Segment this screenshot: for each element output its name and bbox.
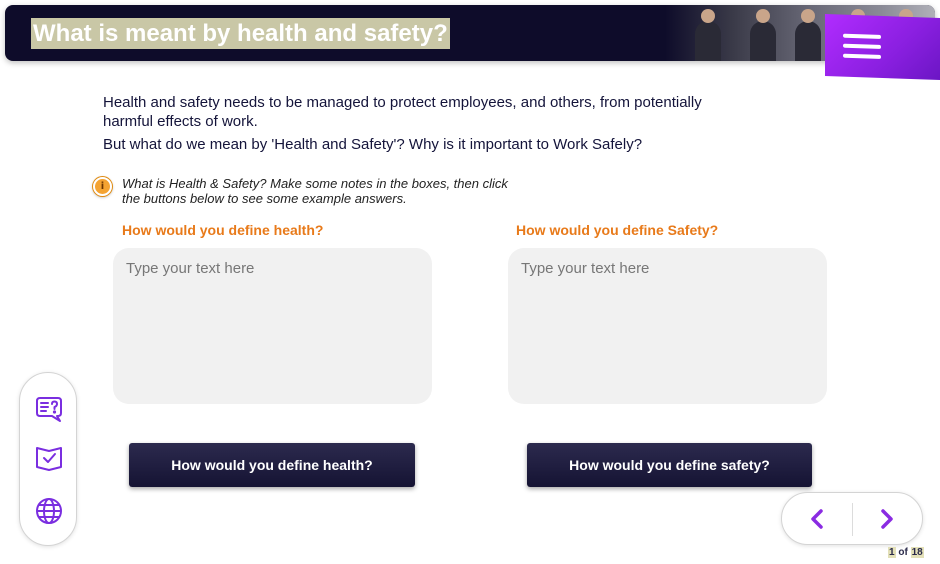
info-icon: i — [93, 177, 112, 196]
intro-text: Health and safety needs to be managed to… — [103, 93, 743, 158]
instruction-text: What is Health & Safety? Make some notes… — [122, 176, 508, 206]
header-banner: What is meant by health and safety? — [5, 5, 935, 61]
health-answer-button[interactable]: How would you define health? — [129, 443, 415, 487]
page-title: What is meant by health and safety? — [31, 18, 450, 49]
intro-line-1: Health and safety needs to be managed to… — [103, 94, 702, 130]
menu-button[interactable] — [825, 13, 940, 81]
health-question-label: How would you define health? — [122, 222, 324, 238]
safety-question-label: How would you define Safety? — [516, 222, 719, 238]
health-notes-input[interactable] — [113, 248, 432, 404]
previous-button[interactable] — [798, 501, 836, 537]
chevron-right-icon — [881, 509, 893, 529]
chevron-left-icon — [811, 509, 823, 529]
safety-answer-button[interactable]: How would you define safety? — [527, 443, 812, 487]
hamburger-menu-icon — [843, 28, 881, 65]
page-separator: of — [898, 547, 908, 558]
globe-icon[interactable] — [32, 494, 66, 528]
checked-book-icon[interactable] — [32, 441, 66, 475]
side-toolbar — [19, 372, 77, 546]
page-indicator: 1 of 18 — [888, 547, 924, 558]
total-pages: 18 — [910, 547, 924, 558]
speech-question-icon[interactable] — [32, 392, 66, 426]
nav-divider — [852, 503, 853, 536]
intro-line-2: But what do we mean by 'Health and Safet… — [103, 136, 643, 153]
slide-navigation — [781, 492, 923, 545]
safety-notes-input[interactable] — [508, 248, 827, 404]
current-page: 1 — [888, 547, 896, 558]
next-button[interactable] — [868, 501, 906, 537]
